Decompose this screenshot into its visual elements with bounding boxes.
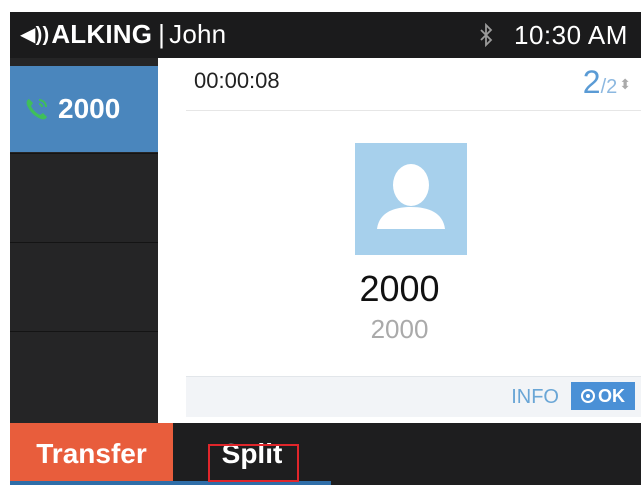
bluetooth-icon [480,23,493,47]
account-name: John [169,19,227,49]
line-item-empty[interactable] [10,331,158,420]
line-item-empty[interactable] [10,153,158,242]
line-number: 2000 [58,93,121,124]
line-list: 2000 [10,58,158,423]
line-item-active[interactable]: 2000 [10,66,158,152]
call-page-indicator[interactable]: 2/2 ⬍ [583,64,631,101]
transfer-button[interactable]: Transfer [10,423,173,485]
call-panel: 00:00:08 2/2 ⬍ 2000 2000 INFO OK [158,58,641,423]
ok-label: OK [598,385,625,406]
softkey-bar: Transfer Split [10,423,641,485]
page-total: /2 [600,76,618,98]
clock: 10:30 AM [514,20,628,50]
contact-number: 2000 [370,314,429,344]
phone-call-icon [26,99,47,120]
line-item-empty[interactable] [10,242,158,331]
page-current: 2 [582,64,601,100]
title-separator: | [158,19,166,49]
call-state-label: ALKING [51,19,153,49]
info-label: INFO [511,386,559,408]
divider [186,110,641,111]
split-highlight-box [208,444,299,482]
status-bar: ◀))ALKING | John 10:30 AM [10,12,641,58]
call-duration: 00:00:08 [194,68,280,93]
up-down-arrow-icon: ⬍ [619,76,631,92]
ok-button[interactable]: OK [571,382,635,410]
softkey-underline [10,481,173,485]
ok-key-icon [581,389,595,403]
phone-screen: ◀))ALKING | John 10:30 AM 2000 00:00:08 2/… [10,12,641,485]
contact-avatar-icon [355,143,467,255]
speaker-icon: ◀)) [20,24,50,46]
status-title: ◀))ALKING | John [20,19,226,50]
contact-name: 2000 [359,268,440,309]
info-bar: INFO OK [186,376,641,417]
transfer-label: Transfer [36,438,147,469]
